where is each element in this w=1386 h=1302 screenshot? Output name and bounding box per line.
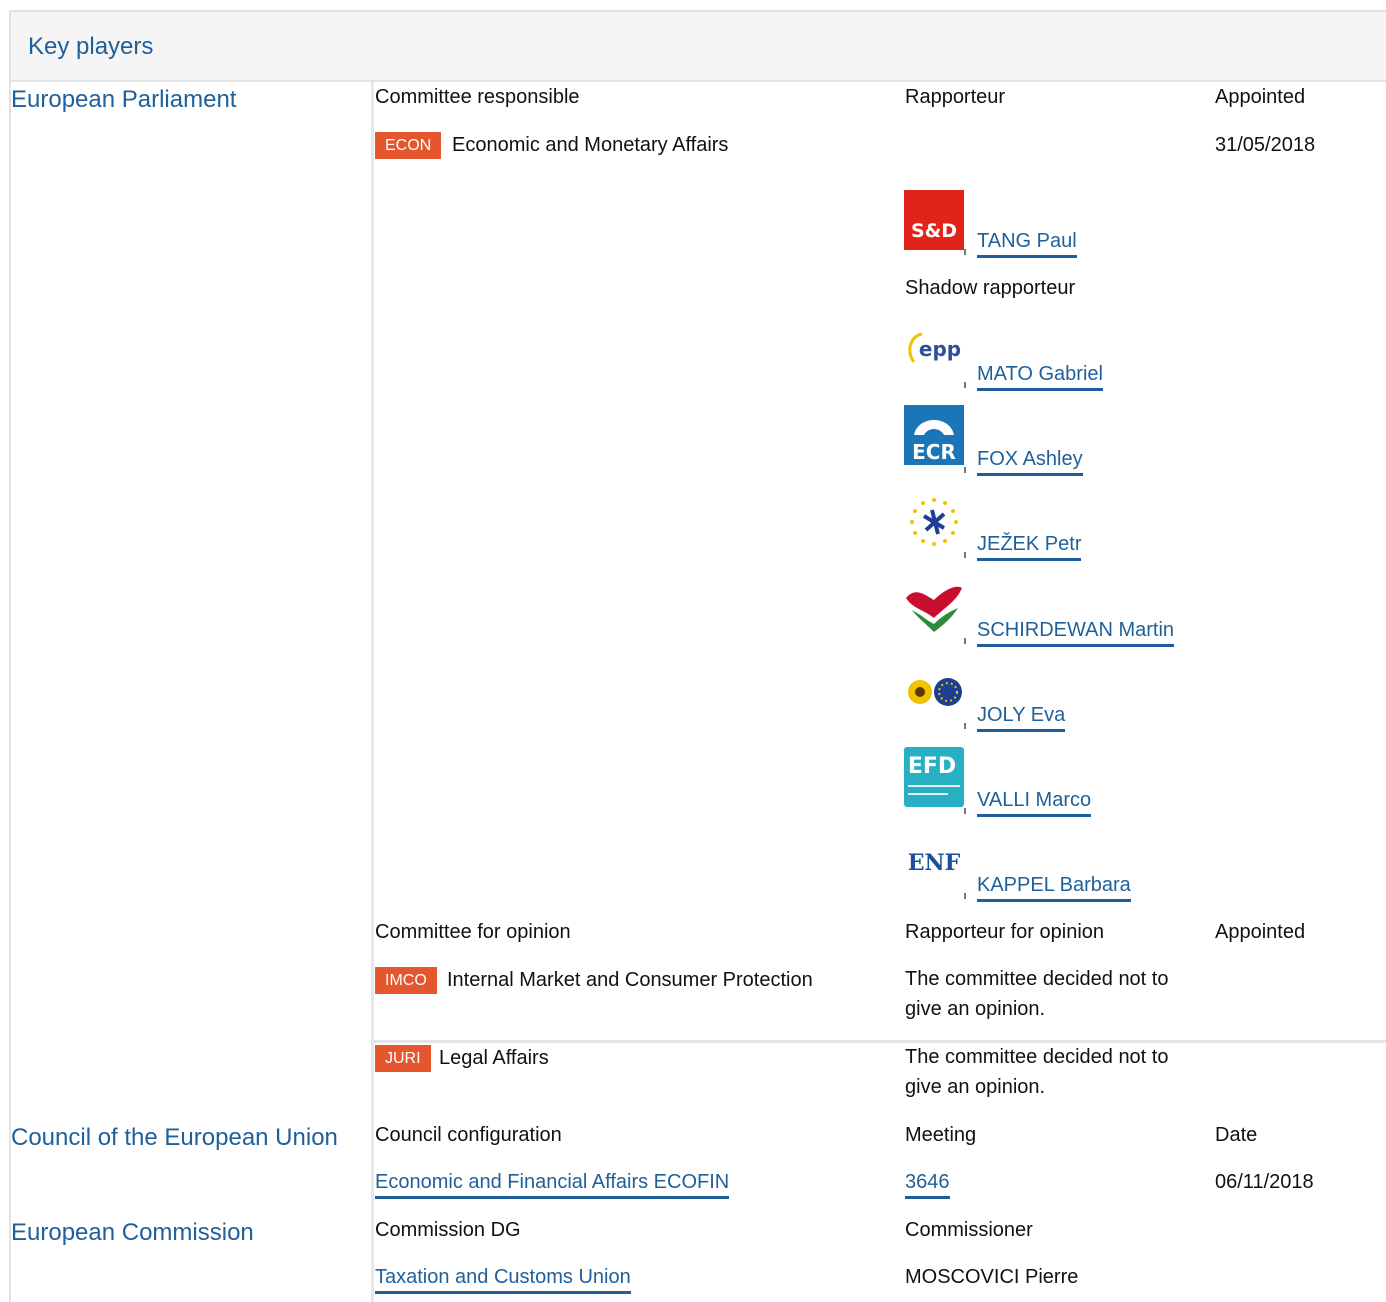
key-players-title: Key players (28, 33, 154, 60)
greens-efa-group-logo (904, 662, 964, 722)
committee-badge-econ: ECON (375, 132, 442, 159)
section-title-commission: European Commission (11, 1219, 254, 1246)
shadow-link-fox-ashley[interactable]: FOX Ashley (977, 447, 1083, 476)
meeting-link[interactable]: 3646 (905, 1170, 950, 1199)
committee-name-juri: Legal Affairs (439, 1047, 549, 1069)
svg-text:ECR: ECR (912, 440, 956, 464)
svg-text:epp: epp (919, 337, 961, 361)
row-divider (374, 1040, 1386, 1043)
s-and-d-group-logo: S&D (904, 190, 964, 250)
committee-badge-juri: JURI (375, 1045, 431, 1072)
opinion-note-juri: The committee decided not to give an opi… (905, 1046, 1169, 1098)
rapporteur-for-opinion-header: Rapporteur for opinion (905, 921, 1105, 943)
key-players-panel (9, 10, 1386, 1302)
commission-dg-link[interactable]: Taxation and Customs Union (375, 1265, 631, 1294)
svg-text:EFD: EFD (908, 754, 956, 779)
shadow-rapporteur-header: Shadow rapporteur (905, 277, 1076, 299)
key-players-header: Key players (9, 10, 1386, 82)
committee-for-opinion-header: Committee for opinion (375, 921, 571, 943)
enf-group-logo: ENF (904, 832, 964, 892)
column-divider (371, 82, 374, 1302)
efd-group-logo: EFD (904, 747, 964, 807)
meeting-header: Meeting (905, 1124, 977, 1146)
appointed-header: Appointed (1215, 86, 1306, 108)
committee-badge-imco: IMCO (375, 967, 437, 994)
shadow-link-kappel-barbara[interactable]: KAPPEL Barbara (977, 873, 1131, 902)
committee-name-imco: Internal Market and Consumer Protection (447, 969, 813, 991)
committee-name-econ: Economic and Monetary Affairs (452, 134, 729, 156)
committee-responsible-header: Committee responsible (375, 86, 580, 108)
alde-group-logo (904, 492, 964, 552)
opinion-appointed-header: Appointed (1215, 921, 1306, 943)
commission-dg-header: Commission DG (375, 1219, 521, 1241)
svg-text:ENF: ENF (908, 850, 961, 876)
appointed-date-econ: 31/05/2018 (1215, 134, 1316, 156)
section-title-council: Council of the European Union (11, 1124, 338, 1151)
shadow-link-jezek-petr[interactable]: JEŽEK Petr (977, 532, 1082, 561)
date-header: Date (1215, 1124, 1258, 1146)
rapporteur-link-tang-paul[interactable]: TANG Paul (977, 229, 1077, 258)
gue-ngl-group-logo (904, 578, 964, 638)
shadow-link-joly-eva[interactable]: JOLY Eva (977, 703, 1066, 732)
opinion-note-imco: The committee decided not to give an opi… (905, 968, 1169, 1020)
council-configuration-header: Council configuration (375, 1124, 562, 1146)
rapporteur-header: Rapporteur (905, 86, 1006, 108)
council-date: 06/11/2018 (1215, 1171, 1314, 1193)
section-title-european-parliament: European Parliament (11, 86, 237, 113)
council-configuration-link[interactable]: Economic and Financial Affairs ECOFIN (375, 1170, 730, 1199)
shadow-link-mato-gabriel[interactable]: MATO Gabriel (977, 362, 1103, 391)
commissioner-header: Commissioner (905, 1219, 1033, 1241)
svg-text:S&D: S&D (911, 220, 957, 242)
shadow-link-schirdewan-martin[interactable]: SCHIRDEWAN Martin (977, 618, 1175, 647)
ecr-group-logo: ECR (904, 405, 964, 465)
epp-group-logo: epp (904, 322, 964, 382)
commissioner-name: MOSCOVICI Pierre (905, 1266, 1079, 1288)
shadow-link-valli-marco[interactable]: VALLI Marco (977, 788, 1092, 817)
